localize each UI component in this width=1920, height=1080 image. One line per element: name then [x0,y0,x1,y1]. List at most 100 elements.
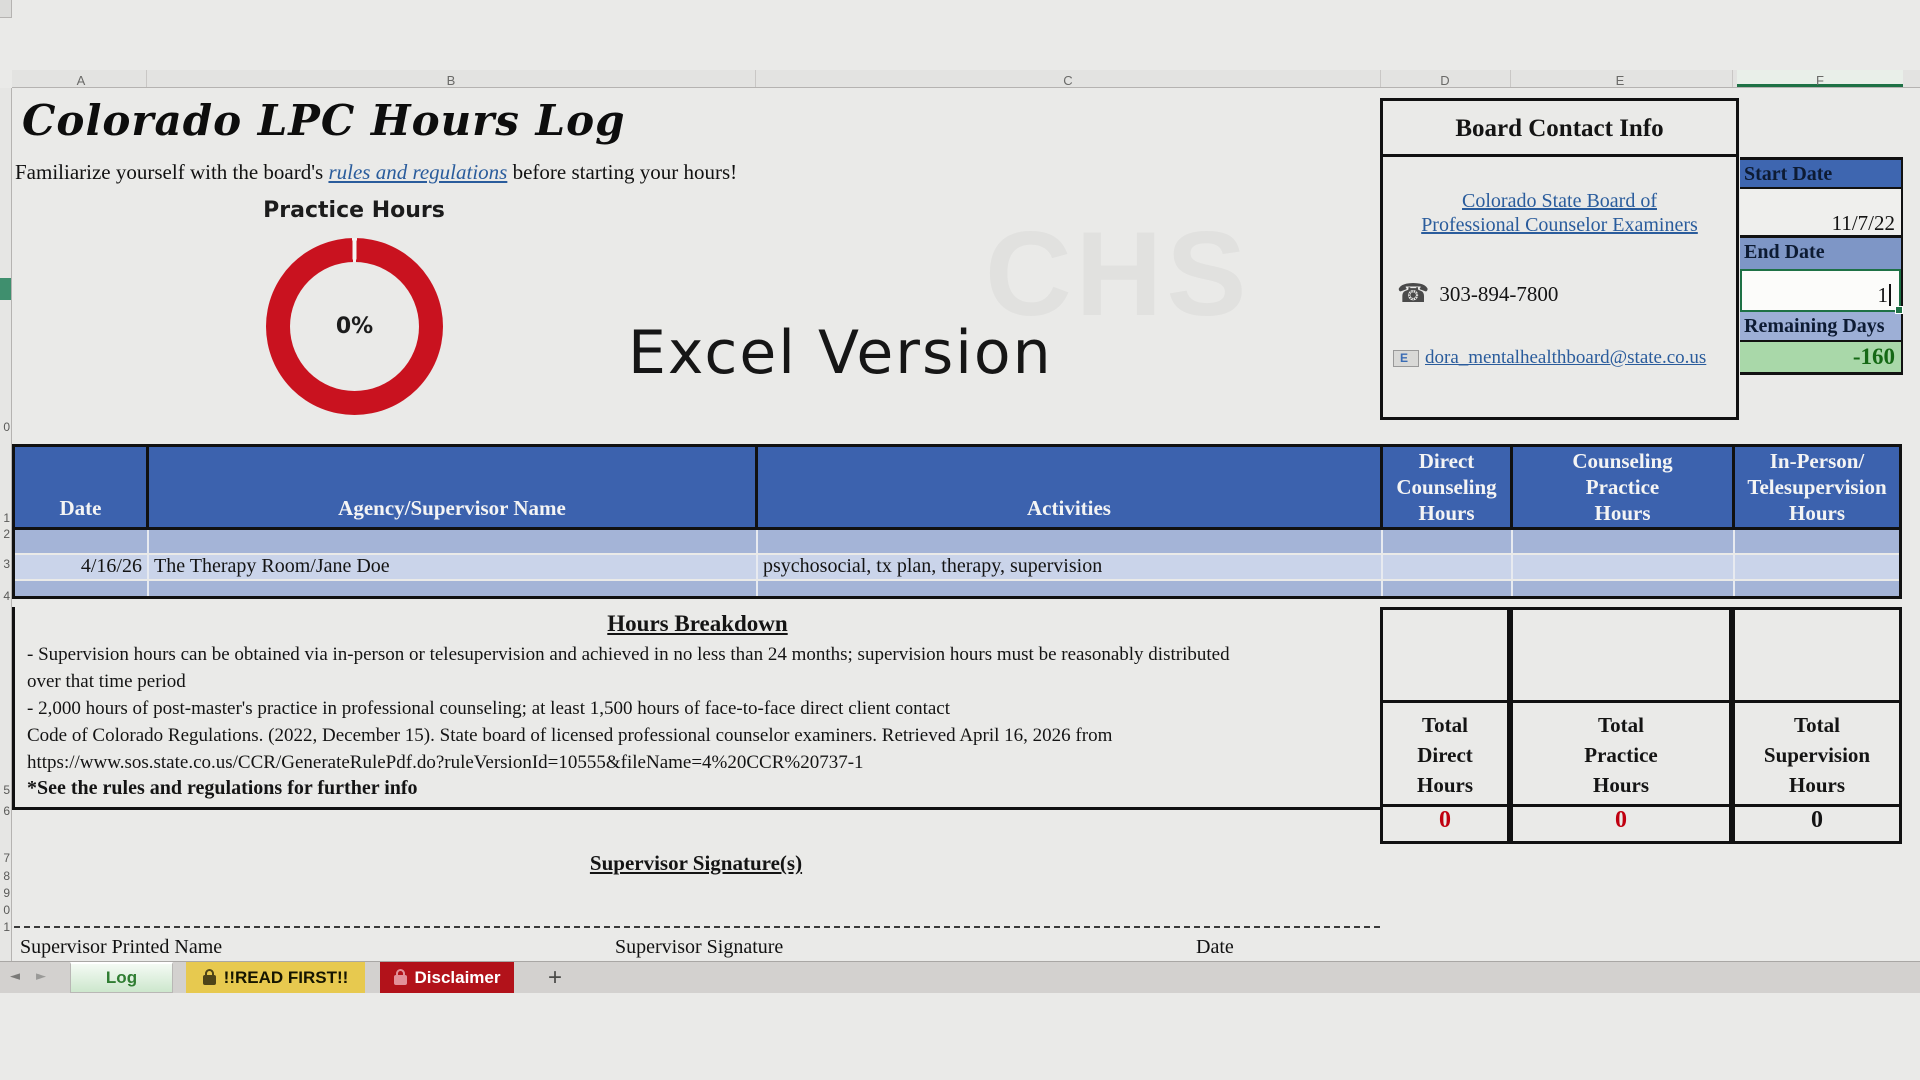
cell[interactable] [1513,555,1735,579]
date-panel: Start Date 11/7/22 End Date 1 Remaining … [1740,157,1903,375]
row-number[interactable]: 5 [3,783,10,797]
column-header[interactable]: B [447,73,456,88]
table-header-row: Date Agency/Supervisor Name Activities D… [15,447,1899,530]
total-practice-hours-column: Total Practice Hours 0 [1510,607,1732,844]
start-date-header: Start Date [1740,160,1901,189]
remaining-days-header: Remaining Days [1740,312,1901,342]
cell[interactable] [1383,530,1513,553]
column-header[interactable]: A [77,73,86,88]
practice-hours-donut-chart: 0% [266,238,443,415]
lock-icon [203,975,216,985]
signature-dashed-line [14,926,1380,928]
grid-line [1732,70,1733,88]
cell[interactable] [758,530,1383,553]
fill-handle[interactable] [1895,306,1903,314]
breakdown-note: *See the rules and regulations for furth… [27,777,1368,800]
cell[interactable] [1383,581,1513,596]
empty-cell [1513,610,1729,700]
active-row-indicator [0,278,12,300]
donut-hole: 0% [290,262,419,391]
cell[interactable] [758,581,1383,596]
tab-scroll-right-icon[interactable]: ► [36,969,46,984]
empty-cell [1383,610,1507,700]
breakdown-line: Code of Colorado Regulations. (2022, Dec… [27,722,1368,776]
email-icon [1393,350,1419,367]
board-email-link[interactable]: dora_mentalhealthboard@state.co.us [1425,347,1706,369]
excel-version-label: Excel Version [628,318,1053,388]
tab-read-first[interactable]: !!READ FIRST!! [186,962,365,993]
row-number[interactable]: 3 [3,557,10,571]
hours-breakdown-box: Hours Breakdown - Supervision hours can … [12,607,1380,810]
row-number[interactable]: 1 [3,920,10,934]
column-header[interactable]: D [1440,73,1449,88]
grid-line [146,70,147,88]
donut-percentage-label: 0% [336,314,373,339]
select-all-corner[interactable] [0,0,12,18]
cell[interactable] [1513,530,1735,553]
header-counseling-practice-hours: Counseling Practice Hours [1513,447,1735,527]
row-number[interactable]: 1 [3,511,10,525]
board-link[interactable]: Colorado State Board of Professional Cou… [1383,189,1736,237]
tab-log-label: Log [106,968,137,988]
total-supervision-hours-value: 0 [1735,804,1899,841]
row-header-band: 0 1 2 3 4 5 6 7 8 9 0 1 [0,88,12,962]
cell[interactable] [149,530,758,553]
column-header[interactable]: F [1816,73,1824,88]
total-supervision-hours-label: Total Supervision Hours [1735,700,1899,804]
tab-read-first-label: !!READ FIRST!! [224,968,349,988]
total-supervision-hours-column: Total Supervision Hours 0 [1732,607,1902,844]
row-number[interactable]: 0 [3,420,10,434]
hours-log-table: Date Agency/Supervisor Name Activities D… [12,444,1902,599]
start-date-cell[interactable]: 11/7/22 [1740,189,1901,238]
phone-icon: ☎ [1397,279,1429,309]
cell-activities[interactable]: psychosocial, tx plan, therapy, supervis… [758,555,1383,579]
board-link-line1[interactable]: Colorado State Board of [1462,190,1657,212]
cell[interactable] [1513,581,1735,596]
column-header[interactable]: E [1616,73,1625,88]
tab-disclaimer-label: Disclaimer [415,968,501,988]
row-number[interactable]: 9 [3,886,10,900]
tab-scroll-left-icon[interactable]: ◄ [10,969,20,984]
sheet-tab-bar: ◄ ► Log !!READ FIRST!! Disclaimer + [0,961,1920,993]
cell[interactable] [15,530,149,553]
row-number[interactable]: 4 [3,589,10,603]
subtitle-text: Familiarize yourself with the board's [15,160,328,184]
end-date-active-cell[interactable]: 1 [1740,269,1901,312]
row-number[interactable]: 6 [3,804,10,818]
total-direct-hours-label: Total Direct Hours [1383,700,1507,804]
column-header-band: A B C D E F [12,70,1920,88]
row-number[interactable]: 2 [3,527,10,541]
header-date: Date [15,447,149,527]
board-phone-row: ☎ 303-894-7800 [1397,279,1736,309]
cell[interactable] [1735,581,1899,596]
add-sheet-button[interactable]: + [540,962,570,993]
cell[interactable] [1735,555,1899,579]
cell-agency[interactable]: The Therapy Room/Jane Doe [149,555,758,579]
rules-regulations-link[interactable]: rules and regulations [328,160,507,184]
board-email-row: dora_mentalhealthboard@state.co.us [1393,347,1736,369]
board-contact-title: Board Contact Info [1383,101,1736,157]
column-header[interactable]: C [1063,73,1072,88]
header-activities: Activities [758,447,1383,527]
cell[interactable] [15,581,149,596]
row-number[interactable]: 7 [3,851,10,865]
tab-disclaimer[interactable]: Disclaimer [380,962,514,993]
row-number[interactable]: 8 [3,869,10,883]
cell[interactable] [1383,555,1513,579]
plus-icon: + [548,964,562,992]
board-link-line2[interactable]: Professional Counselor Examiners [1421,214,1698,236]
remaining-days-cell[interactable]: -160 [1740,342,1901,375]
cell[interactable] [1735,530,1899,553]
active-column-highlight: F [1737,70,1903,88]
cell-date[interactable]: 4/16/26 [15,555,149,579]
row-number[interactable]: 0 [3,903,10,917]
table-row-empty[interactable] [15,530,1899,553]
total-practice-hours-label: Total Practice Hours [1513,700,1729,804]
cell[interactable] [149,581,758,596]
table-row-empty[interactable] [15,579,1899,596]
table-row[interactable]: 4/16/26 The Therapy Room/Jane Doe psycho… [15,553,1899,579]
empty-cell [1735,610,1899,700]
signature-date-label: Date [1196,936,1234,959]
tab-log[interactable]: Log [70,962,173,993]
header-telesupervision-hours: In-Person/ Telesupervision Hours [1735,447,1899,527]
